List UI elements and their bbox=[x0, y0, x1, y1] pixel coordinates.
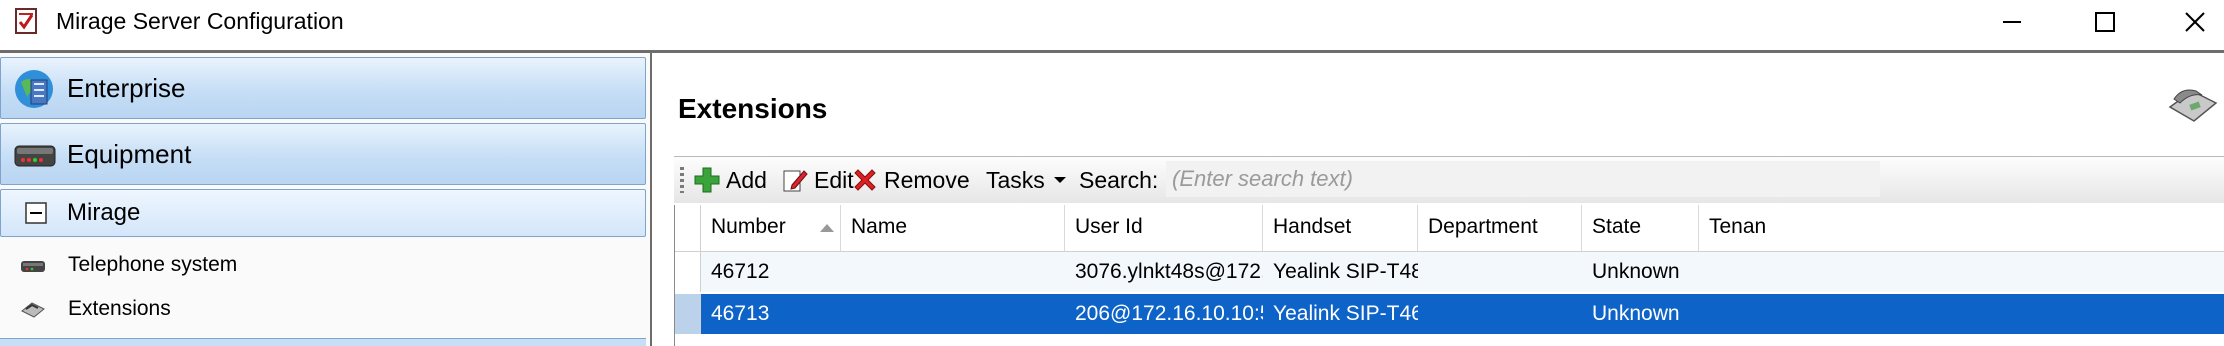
cell-department bbox=[1418, 294, 1582, 334]
telephone-icon bbox=[2168, 89, 2218, 122]
cell-handset: Yealink SIP-T46S 6... bbox=[1273, 302, 1418, 325]
cell-number: 46713 bbox=[711, 302, 770, 325]
minimize-icon bbox=[2003, 21, 2021, 23]
row-selector[interactable] bbox=[675, 294, 701, 334]
grid-header: Number Name User Id Handset Department S… bbox=[675, 205, 2224, 252]
navigation-pane: Enterprise Equipment Mirage Telephone sy… bbox=[0, 53, 650, 346]
enterprise-globe-icon bbox=[15, 70, 53, 108]
maximize-icon bbox=[2095, 12, 2115, 32]
chevron-down-icon bbox=[1053, 177, 1066, 183]
toolbar-grip[interactable] bbox=[680, 167, 684, 193]
row-selector[interactable] bbox=[675, 252, 701, 292]
cell-name bbox=[841, 252, 1065, 292]
title-bar: Mirage Server Configuration bbox=[0, 0, 2224, 46]
tree-item-label: Extensions bbox=[68, 297, 171, 320]
nav-mirage-label: Mirage bbox=[67, 199, 141, 226]
remove-icon bbox=[854, 169, 876, 191]
close-button[interactable] bbox=[2150, 0, 2224, 44]
sort-ascending-icon bbox=[820, 224, 834, 232]
toolbar: Add Edit Remove Tasks Search: bbox=[674, 156, 2224, 203]
nav-enterprise[interactable]: Enterprise bbox=[0, 57, 646, 119]
tree-item-extensions[interactable]: Extensions bbox=[20, 291, 171, 327]
add-button[interactable]: Add bbox=[694, 157, 767, 203]
row-header-corner bbox=[675, 205, 701, 251]
cell-name bbox=[841, 294, 1065, 334]
app-checklist-icon bbox=[15, 8, 37, 34]
add-label: Add bbox=[726, 166, 767, 193]
column-header-name[interactable]: Name bbox=[841, 205, 1065, 251]
extensions-phone-icon bbox=[21, 302, 45, 318]
extensions-grid: Number Name User Id Handset Department S… bbox=[674, 205, 2224, 346]
equipment-router-icon bbox=[14, 145, 56, 167]
maximize-button[interactable] bbox=[2060, 0, 2150, 44]
cell-user-id: 3076.ylnkt48s@172.16.2... bbox=[1075, 260, 1263, 283]
cell-state: Unknown bbox=[1592, 260, 1680, 283]
column-header-tenant[interactable]: Tenan bbox=[1699, 205, 1779, 251]
page-title: Extensions bbox=[678, 93, 828, 124]
add-icon bbox=[694, 167, 720, 193]
remove-label: Remove bbox=[884, 166, 970, 193]
cell-tenant bbox=[1699, 252, 1779, 292]
window-title: Mirage Server Configuration bbox=[56, 8, 344, 34]
edit-label: Edit bbox=[814, 166, 854, 193]
remove-button[interactable]: Remove bbox=[852, 157, 970, 203]
cell-tenant bbox=[1699, 294, 1779, 334]
nav-equipment-label: Equipment bbox=[67, 139, 192, 169]
column-header-department[interactable]: Department bbox=[1418, 205, 1582, 251]
cell-handset: Yealink SIP-T48S 6... bbox=[1273, 260, 1418, 283]
tree-item-telephone-system[interactable]: Telephone system bbox=[20, 247, 237, 283]
minimize-button[interactable] bbox=[1967, 0, 2057, 44]
search-label: Search: bbox=[1079, 167, 1159, 193]
collapse-icon[interactable] bbox=[25, 202, 47, 224]
telephone-system-icon bbox=[21, 261, 45, 272]
column-header-handset[interactable]: Handset bbox=[1263, 205, 1418, 251]
edit-icon bbox=[783, 170, 808, 192]
column-header-label: Number bbox=[711, 215, 786, 238]
tree-item-label: Telephone system bbox=[68, 253, 238, 276]
column-header-user-id[interactable]: User Id bbox=[1065, 205, 1263, 251]
cell-state: Unknown bbox=[1592, 302, 1680, 325]
close-icon bbox=[2185, 12, 2205, 32]
nav-equipment[interactable]: Equipment bbox=[0, 123, 646, 185]
edit-button[interactable]: Edit bbox=[782, 157, 854, 203]
cell-department bbox=[1418, 252, 1582, 292]
table-row-selected[interactable]: 46713 206@172.16.10.10:5060 Yealink SIP-… bbox=[675, 294, 2224, 334]
nav-enterprise-label: Enterprise bbox=[67, 73, 186, 103]
column-header-number[interactable]: Number bbox=[701, 205, 841, 251]
column-header-state[interactable]: State bbox=[1582, 205, 1699, 251]
nav-mirage[interactable]: Mirage bbox=[0, 189, 646, 237]
main-panel: Extensions Add Edit Remove Tasks Search:… bbox=[652, 53, 2224, 346]
cell-number: 46712 bbox=[711, 260, 770, 283]
table-row[interactable]: 46712 3076.ylnkt48s@172.16.2... Yealink … bbox=[675, 252, 2224, 292]
cell-user-id: 206@172.16.10.10:5060 bbox=[1075, 302, 1263, 325]
search-input[interactable] bbox=[1166, 161, 1880, 197]
tasks-dropdown[interactable]: Tasks bbox=[986, 157, 1073, 203]
tasks-label: Tasks bbox=[986, 166, 1045, 193]
nav-next-section[interactable] bbox=[0, 338, 646, 346]
